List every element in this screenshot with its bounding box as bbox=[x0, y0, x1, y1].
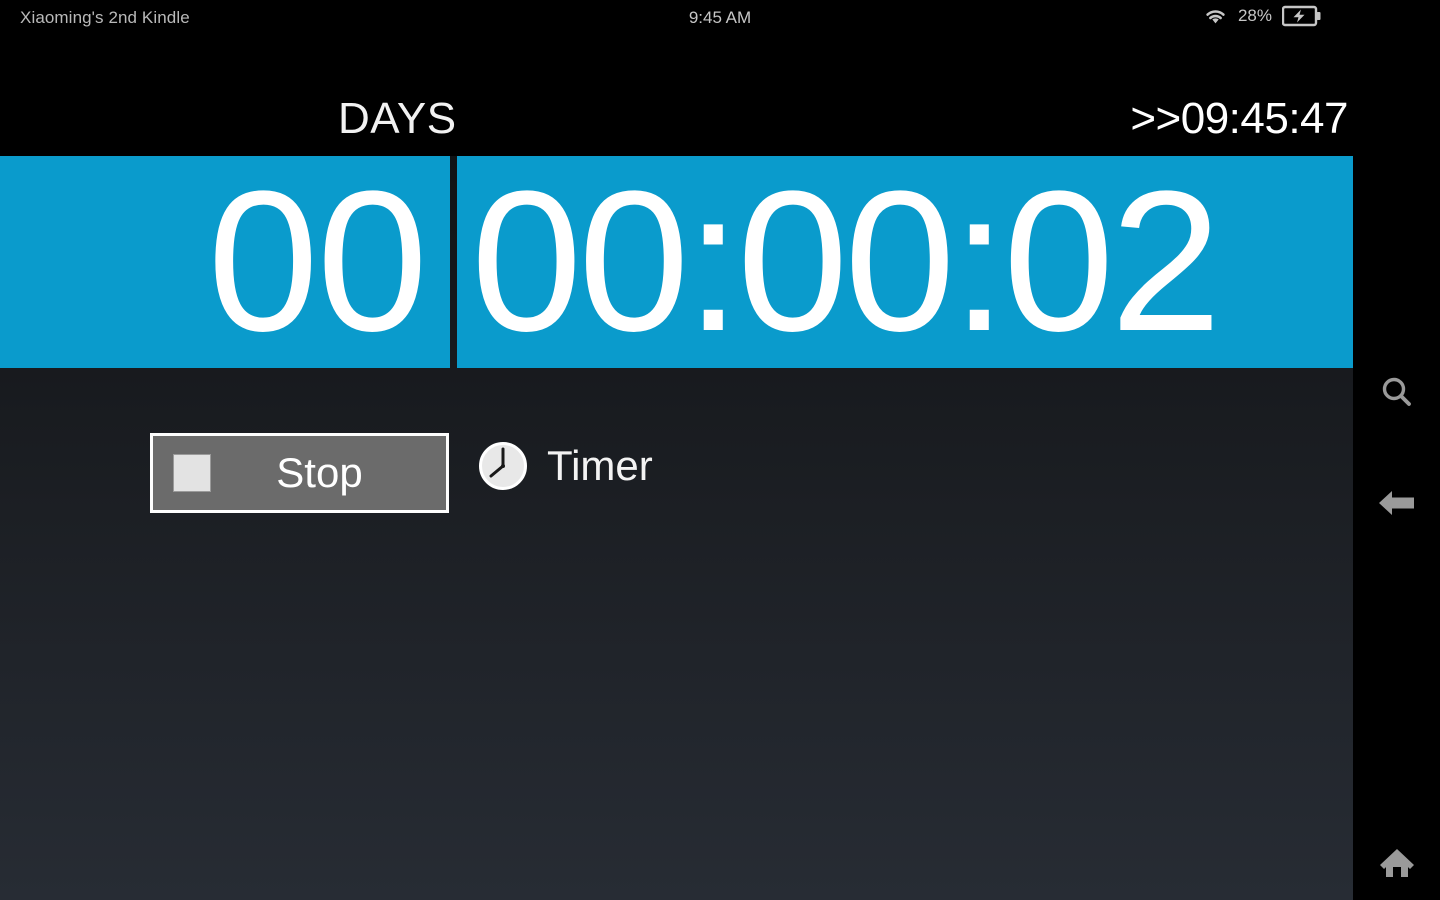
app-content: DAYS >>09:45:47 00 00:00:02 Stop Timer bbox=[0, 38, 1353, 900]
screen-root: Xiaoming's 2nd Kindle 9:45 AM 28% DAYS >… bbox=[0, 0, 1440, 900]
days-panel[interactable]: 00 bbox=[0, 156, 450, 368]
elapsed-time-label: >>09:45:47 bbox=[1130, 94, 1348, 143]
search-icon bbox=[1377, 373, 1417, 413]
home-button[interactable] bbox=[1353, 828, 1440, 898]
system-nav-bar bbox=[1353, 38, 1440, 900]
wifi-icon bbox=[1203, 6, 1228, 26]
app-header: DAYS >>09:45:47 bbox=[0, 38, 1353, 156]
back-arrow-icon bbox=[1377, 486, 1417, 520]
days-column-header: DAYS bbox=[338, 94, 457, 143]
stop-button[interactable]: Stop bbox=[150, 433, 449, 513]
search-button[interactable] bbox=[1353, 358, 1440, 428]
clock-value: 00:00:02 bbox=[471, 156, 1222, 368]
timer-mode-label: Timer bbox=[547, 442, 653, 489]
system-status-bar: Xiaoming's 2nd Kindle 9:45 AM 28% bbox=[0, 0, 1440, 38]
battery-charging-icon bbox=[1282, 5, 1322, 27]
timer-controls: Stop Timer bbox=[0, 390, 1353, 513]
days-value: 00 bbox=[207, 156, 428, 368]
stop-square-icon bbox=[173, 454, 211, 492]
clock-panel[interactable]: 00:00:02 bbox=[457, 156, 1353, 368]
timer-mode-indicator[interactable]: Timer bbox=[477, 440, 653, 492]
home-icon bbox=[1377, 845, 1417, 881]
status-indicators: 28% bbox=[1203, 5, 1322, 27]
stop-button-label: Stop bbox=[276, 449, 363, 496]
clock-icon bbox=[477, 440, 529, 492]
timer-display-row: 00 00:00:02 bbox=[0, 156, 1353, 368]
battery-percent-label: 28% bbox=[1237, 6, 1272, 25]
back-button[interactable] bbox=[1353, 468, 1440, 538]
